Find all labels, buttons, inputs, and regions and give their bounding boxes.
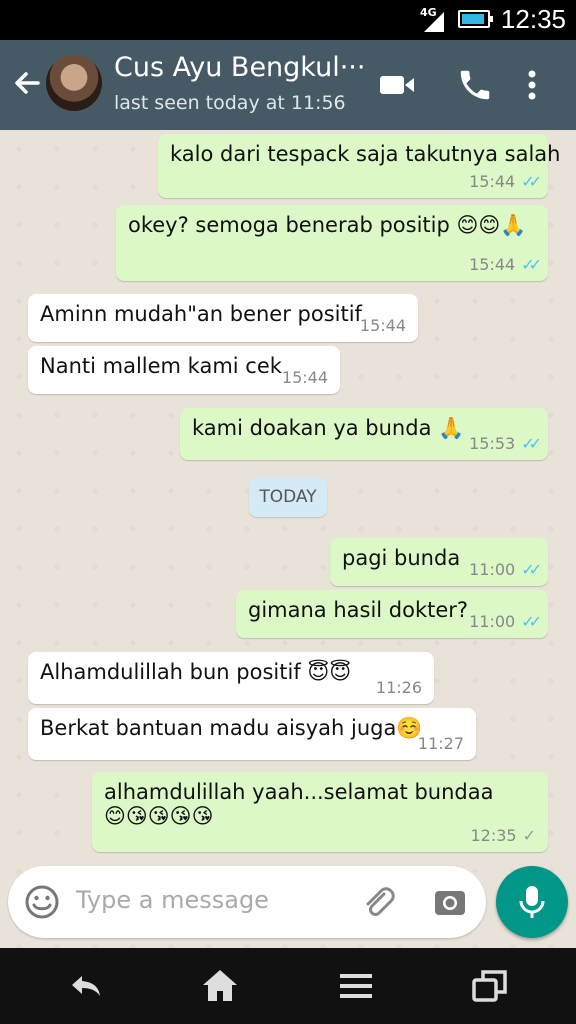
home-nav-icon[interactable] — [200, 966, 240, 1006]
battery-icon — [458, 10, 493, 28]
more-vert-icon[interactable] — [522, 66, 542, 104]
message-text: okey? semoga benerab positip 😊😊🙏 — [128, 213, 527, 237]
message-time: 11:26 — [375, 678, 422, 697]
video-call-icon[interactable] — [378, 66, 416, 104]
message-emoji-line: 😊😘😘😘😘 — [104, 804, 214, 828]
message-text: kalo dari tespack saja takutnya salah — [170, 142, 561, 166]
read-ticks-icon: ✓✓ — [521, 255, 542, 274]
message-bubble-outgoing[interactable]: okey? semoga benerab positip 😊😊🙏 15:44 ✓✓ — [116, 205, 548, 281]
mic-icon — [519, 886, 545, 918]
recents-nav-icon[interactable] — [470, 966, 510, 1006]
message-time: 11:27 — [417, 734, 464, 753]
message-bubble-outgoing[interactable]: kami doakan ya bunda 🙏 15:53 ✓✓ — [180, 408, 548, 460]
read-ticks-icon: ✓✓ — [521, 434, 542, 453]
back-nav-icon[interactable] — [66, 966, 106, 1006]
system-nav-bar — [0, 948, 576, 1024]
message-input[interactable]: Type a message — [76, 886, 269, 914]
mic-button[interactable] — [496, 866, 568, 938]
message-text: Aminn mudah"an bener positif — [40, 302, 362, 326]
sent-tick-icon: ✓ — [522, 826, 536, 845]
message-bubble-outgoing[interactable]: alhamdulillah yaah...selamat bundaa 😊😘😘😘… — [92, 772, 548, 852]
message-bubble-outgoing[interactable]: pagi bunda 11:00 ✓✓ — [330, 538, 548, 586]
message-bubble-outgoing[interactable]: kalo dari tespack saja takutnya salah 15… — [158, 134, 561, 198]
status-time: 12:35 — [500, 4, 566, 34]
contact-name[interactable]: Cus Ayu Bengkul··· — [114, 52, 364, 83]
message-time: 15:44 — [469, 255, 516, 274]
message-time: 15:44 — [281, 368, 328, 387]
message-time: 15:44 — [359, 316, 406, 335]
message-text: Alhamdulillah bun positif 😇😇 — [40, 660, 352, 684]
signal-icon: 4G — [420, 6, 446, 34]
phone-icon[interactable] — [456, 66, 494, 104]
menu-nav-icon[interactable] — [336, 966, 376, 1006]
message-bubble-incoming[interactable]: Alhamdulillah bun positif 😇😇 11:26 — [28, 652, 434, 704]
message-time: 11:00 — [469, 612, 516, 631]
message-bubble-outgoing[interactable]: gimana hasil dokter? 11:00 ✓✓ — [236, 590, 548, 638]
attach-icon[interactable] — [360, 884, 396, 920]
read-ticks-icon: ✓✓ — [521, 172, 542, 191]
message-text: Berkat bantuan madu aisyah juga☺️ — [40, 716, 423, 740]
status-bar: 4G 12:35 — [0, 0, 576, 40]
last-seen: last seen today at 11:56 — [114, 92, 346, 114]
message-bubble-incoming[interactable]: Aminn mudah"an bener positif 15:44 — [28, 294, 418, 342]
message-bubble-incoming[interactable]: Nanti mallem kami cek 15:44 — [28, 346, 340, 394]
emoji-icon[interactable] — [24, 884, 60, 920]
message-time: 15:44 — [469, 172, 516, 191]
back-arrow-icon[interactable] — [10, 66, 44, 100]
camera-icon[interactable] — [432, 884, 468, 920]
message-composer: Type a message — [8, 866, 486, 938]
chat-header: Cus Ayu Bengkul··· last seen today at 11… — [0, 40, 576, 130]
read-ticks-icon: ✓✓ — [521, 612, 542, 631]
message-time: 12:35 — [470, 826, 517, 845]
avatar[interactable] — [46, 55, 102, 111]
network-type: 4G — [420, 6, 437, 19]
message-bubble-incoming[interactable]: Berkat bantuan madu aisyah juga☺️ 11:27 — [28, 708, 476, 760]
read-ticks-icon: ✓✓ — [521, 560, 542, 579]
message-time: 15:53 — [469, 434, 516, 453]
message-time: 11:00 — [469, 560, 516, 579]
date-chip: TODAY — [249, 477, 327, 517]
message-text: alhamdulillah yaah...selamat bundaa — [104, 780, 494, 804]
